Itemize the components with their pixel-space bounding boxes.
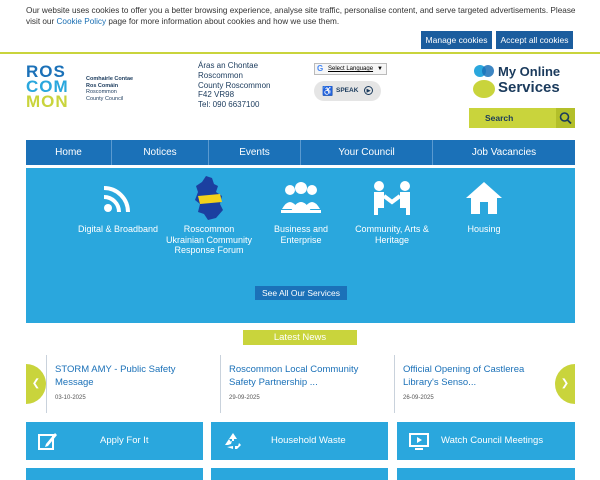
edit-icon [38, 433, 57, 450]
quick-link-label: Apply For It [100, 435, 149, 446]
ukraine-map-icon [195, 176, 223, 220]
speak-label: SPEAK [336, 87, 359, 94]
service-label: Community, Arts & Heritage [355, 224, 429, 245]
phone-number[interactable]: Tel: 090 6637100 [198, 100, 270, 110]
quick-link-label: Household Waste [271, 435, 346, 446]
news-item[interactable]: Roscommon Local Community Safety Partner… [220, 355, 380, 413]
news-prev-button[interactable]: ❮ [26, 364, 46, 404]
nav-home[interactable]: Home [26, 140, 112, 165]
google-icon: G [317, 64, 324, 73]
accessibility-icon: ♿ [322, 86, 334, 96]
address-line: Áras an Chontae [198, 61, 259, 70]
service-label: Digital & Broadband [77, 224, 159, 234]
logo-sub-1: Comhairle Contae [86, 76, 134, 82]
address-line: Roscommon [198, 70, 243, 80]
cookie-text-part: page for more information about cookies … [106, 17, 340, 26]
wifi-icon [103, 186, 130, 213]
accept-cookies-button[interactable]: Accept all cookies [496, 31, 573, 49]
quick-link-row-2[interactable] [26, 468, 203, 480]
chevron-left-icon: ❮ [31, 378, 41, 389]
latest-news-heading: Latest News [243, 330, 357, 345]
nav-job-vacancies[interactable]: Job Vacancies [433, 140, 575, 165]
service-business-enterprise[interactable]: Business and Enterprise [256, 178, 346, 245]
manage-cookies-button[interactable]: Manage cookies [421, 31, 492, 49]
chevron-down-icon: ▼ [377, 66, 383, 72]
service-label: Business and Enterprise [273, 224, 329, 245]
play-icon: ▶ [364, 86, 373, 95]
logo-word-3: MON [26, 92, 69, 111]
news-date: 29-09-2025 [229, 395, 260, 401]
news-item[interactable]: Official Opening of Castlerea Library's … [394, 355, 554, 413]
council-logo[interactable]: ROS COM MON Comhairle Contae Ros Comáin … [26, 63, 146, 114]
household-waste-link[interactable]: Household Waste [211, 422, 388, 460]
user-icon [473, 65, 495, 98]
watch-meetings-link[interactable]: Watch Council Meetings [397, 422, 575, 460]
recycle-icon [225, 433, 241, 449]
service-housing[interactable]: Housing [439, 178, 529, 235]
service-label: Housing [467, 224, 501, 234]
see-all-services-button[interactable]: See All Our Services [255, 286, 347, 300]
cookie-banner: Our website uses cookies to offer you a … [0, 0, 600, 54]
my-online-label: My Online [498, 64, 561, 79]
main-nav: Home Notices Events Your Council Job Vac… [26, 140, 575, 165]
search-button[interactable] [556, 108, 575, 128]
news-headline[interactable]: STORM AMY - Public Safety Message [55, 363, 206, 389]
services-label: Services [498, 79, 560, 96]
service-label: Roscommon Ukrainian Community Response F… [165, 224, 253, 255]
services-panel: Digital & Broadband Roscommon Ukrainian … [26, 168, 575, 323]
search-input[interactable]: Search [485, 108, 513, 128]
quick-link-label: Watch Council Meetings [441, 435, 544, 446]
video-icon [409, 433, 429, 450]
apply-for-it-link[interactable]: Apply For It [26, 422, 203, 460]
news-item[interactable]: STORM AMY - Public Safety Message 03-10-… [46, 355, 206, 413]
chevron-right-icon: ❯ [560, 378, 570, 389]
logo-wordmark: ROS COM MON [26, 63, 69, 111]
logo-subtitle: Comhairle Contae Ros Comáin Roscommon Co… [86, 76, 133, 102]
news-next-button[interactable]: ❯ [555, 364, 575, 404]
service-ukrainian-forum[interactable]: Roscommon Ukrainian Community Response F… [164, 176, 254, 256]
nav-notices[interactable]: Notices [112, 140, 209, 165]
logo-sub-4: County Council [86, 95, 124, 102]
house-icon [466, 182, 502, 214]
address-line: F42 VR98 [198, 90, 235, 100]
handshake-icon [374, 181, 410, 215]
service-community-arts[interactable]: Community, Arts & Heritage [347, 178, 437, 245]
council-address: Áras an Chontae Roscommon County Roscomm… [198, 61, 270, 110]
search-icon [559, 112, 572, 125]
nav-your-council[interactable]: Your Council [301, 140, 433, 165]
news-date: 26-09-2025 [403, 395, 434, 401]
service-digital-broadband[interactable]: Digital & Broadband [73, 178, 163, 235]
cookie-policy-link[interactable]: Cookie Policy [56, 17, 106, 26]
people-group-icon [281, 182, 321, 213]
speak-button[interactable]: ♿ SPEAK ▶ [314, 81, 381, 101]
quick-link-row-2[interactable] [211, 468, 388, 480]
language-select[interactable]: G Select Language ▼ [314, 63, 387, 75]
my-online-services-link[interactable]: My Online Services [472, 63, 572, 99]
news-headline[interactable]: Official Opening of Castlerea Library's … [403, 363, 554, 389]
search-box[interactable]: Search [469, 108, 575, 128]
address-line: County Roscommon [198, 80, 271, 90]
news-date: 03-10-2025 [55, 395, 86, 401]
cookie-text: Our website uses cookies to offer you a … [26, 5, 586, 27]
news-headline[interactable]: Roscommon Local Community Safety Partner… [229, 363, 380, 389]
language-select-label: Select Language [328, 66, 374, 72]
quick-link-row-2[interactable] [397, 468, 575, 480]
nav-events[interactable]: Events [209, 140, 301, 165]
